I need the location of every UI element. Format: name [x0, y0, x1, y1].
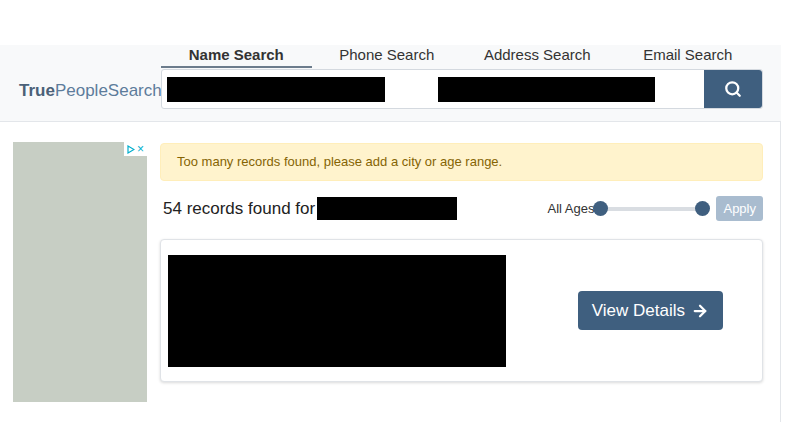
search-bar: [161, 69, 763, 109]
search-icon: [724, 80, 742, 98]
redaction: [168, 255, 506, 367]
record-count: 54 records found for: [163, 199, 315, 219]
age-slider[interactable]: [600, 207, 702, 211]
search-tab[interactable]: Phone Search: [312, 45, 463, 68]
page: TruePeopleSearchName SearchPhone SearchA…: [0, 0, 781, 422]
view-details-button[interactable]: View Details: [578, 291, 723, 330]
header: TruePeopleSearchName SearchPhone SearchA…: [0, 45, 781, 122]
ad-banner[interactable]: ×: [13, 142, 147, 402]
content: × Too many records found, please add a ci…: [0, 122, 781, 422]
search-field[interactable]: [433, 70, 704, 108]
search-field[interactable]: [162, 70, 433, 108]
search-tab[interactable]: Name Search: [161, 45, 312, 68]
results: Too many records found, please add a cit…: [160, 142, 763, 422]
slider-knob[interactable]: [593, 201, 608, 216]
logo[interactable]: TruePeopleSearch: [0, 45, 161, 121]
search-tab[interactable]: Address Search: [462, 45, 613, 68]
ad-badge[interactable]: ×: [124, 142, 147, 156]
ad-close[interactable]: ×: [137, 142, 144, 156]
record-card: View Details: [160, 239, 763, 382]
redaction: [167, 77, 385, 102]
redaction: [438, 77, 655, 102]
slider-knob[interactable]: [695, 201, 710, 216]
alert: Too many records found, please add a cit…: [160, 143, 763, 181]
search-panel: Name SearchPhone SearchAddress SearchEma…: [161, 45, 763, 121]
redaction: [317, 197, 457, 220]
age-label: All Ages: [547, 201, 594, 216]
search-tab[interactable]: Email Search: [613, 45, 764, 68]
tab-bar: Name SearchPhone SearchAddress SearchEma…: [161, 45, 763, 68]
apply-button[interactable]: Apply: [716, 196, 763, 221]
arrow-right-icon: [691, 302, 709, 320]
ad-choices-icon[interactable]: [127, 145, 135, 154]
results-header: 54 records found for All Ages Apply: [160, 196, 763, 221]
search-button[interactable]: [704, 70, 762, 108]
